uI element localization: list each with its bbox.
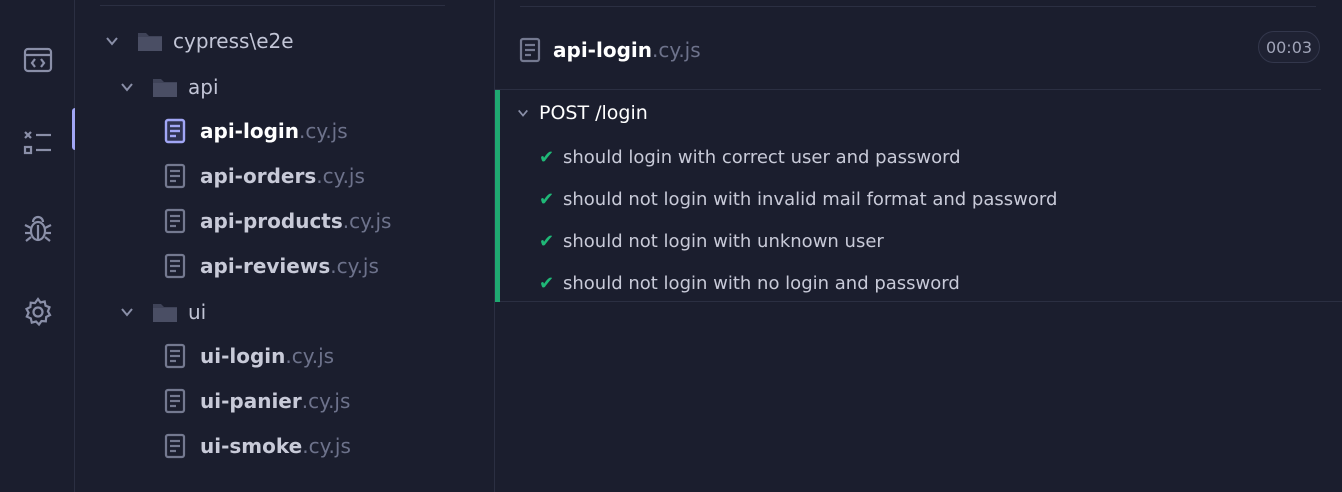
list-icon	[23, 131, 51, 155]
code-window-icon	[23, 47, 52, 73]
runner-panel: api-login .cy.js 00:03 POST /login ✔ shou…	[495, 0, 1342, 492]
spec-file-name: api-products	[200, 209, 343, 233]
spec-header: api-login .cy.js	[519, 30, 701, 70]
spec-file-ext: .cy.js	[330, 254, 379, 278]
test-row[interactable]: ✔ should not login with invalid mail for…	[539, 185, 1057, 213]
spec-file-name: api-reviews	[200, 254, 331, 278]
test-row[interactable]: ✔ should not login with no login and pas…	[539, 269, 960, 297]
spec-title-ext: .cy.js	[651, 38, 701, 62]
folder-row-api[interactable]: api	[75, 67, 495, 107]
check-icon: ✔	[539, 188, 555, 210]
spec-file-name: ui-smoke	[200, 434, 303, 458]
chevron-down-icon	[518, 109, 528, 117]
chevron-down-icon	[106, 37, 118, 46]
check-icon: ✔	[539, 146, 555, 168]
spec-file-name: api-orders	[200, 164, 317, 188]
folder-label: ui	[188, 300, 207, 324]
spec-file-ui-panier[interactable]: ui-panier .cy.js	[75, 381, 495, 421]
folder-icon	[138, 33, 162, 51]
document-icon	[164, 253, 186, 279]
spec-list: cypress\e2e api api-login .cy.js api-orde…	[75, 0, 495, 492]
test-title: should not login with invalid mail forma…	[563, 188, 1058, 210]
folder-label: cypress\e2e	[173, 29, 294, 53]
test-row[interactable]: ✔ should not login with unknown user	[539, 227, 884, 255]
folder-row-root[interactable]: cypress\e2e	[75, 21, 495, 61]
spec-file-ext: .cy.js	[285, 344, 335, 368]
spec-file-ext: .cy.js	[302, 434, 351, 458]
document-icon	[519, 37, 541, 63]
spec-file-api-login[interactable]: api-login .cy.js	[75, 111, 495, 151]
cypress-app: cypress\e2e api api-login .cy.js api-orde…	[0, 0, 1342, 492]
gear-icon	[24, 297, 52, 327]
spec-title: api-login	[553, 38, 652, 62]
document-icon	[164, 208, 186, 234]
spec-file-name: ui-panier	[200, 389, 302, 413]
nav-settings[interactable]	[0, 287, 75, 337]
spec-file-api-products[interactable]: api-products .cy.js	[75, 201, 495, 241]
test-row[interactable]: ✔ should login with correct user and pas…	[539, 143, 961, 171]
suite-title: POST /login	[539, 102, 648, 124]
check-icon: ✔	[539, 230, 555, 252]
duration-badge: 00:03	[1258, 31, 1320, 63]
document-icon	[164, 118, 186, 144]
divider	[520, 6, 1316, 7]
spec-file-name: api-login	[200, 119, 299, 143]
divider	[100, 5, 445, 6]
side-nav	[0, 0, 78, 492]
folder-icon	[153, 304, 177, 322]
spec-file-ui-login[interactable]: ui-login .cy.js	[75, 336, 495, 376]
folder-row-ui[interactable]: ui	[75, 292, 495, 332]
nav-debug[interactable]	[0, 204, 75, 254]
folder-icon	[153, 79, 177, 97]
spec-file-ext: .cy.js	[298, 119, 348, 143]
spec-file-ext: .cy.js	[301, 389, 351, 413]
spec-file-name: ui-login	[200, 344, 286, 368]
spec-file-ext: .cy.js	[316, 164, 365, 188]
nav-specs[interactable]	[0, 35, 75, 85]
chevron-down-icon	[121, 83, 133, 92]
document-icon	[164, 163, 186, 189]
document-icon	[164, 388, 186, 414]
chevron-down-icon	[121, 308, 133, 317]
nav-runs[interactable]	[0, 118, 75, 168]
bug-icon	[24, 215, 51, 242]
test-title: should login with correct user and passw…	[563, 146, 961, 168]
test-title: should not login with unknown user	[563, 230, 884, 252]
check-icon: ✔	[539, 272, 555, 294]
spec-file-ext: .cy.js	[342, 209, 392, 233]
document-icon	[164, 343, 186, 369]
spec-file-api-reviews[interactable]: api-reviews .cy.js	[75, 246, 495, 286]
test-title: should not login with no login and passw…	[563, 272, 960, 294]
folder-label: api	[188, 75, 219, 99]
suite-header[interactable]: POST /login	[517, 100, 648, 126]
spec-file-ui-smoke[interactable]: ui-smoke .cy.js	[75, 426, 495, 466]
document-icon	[164, 433, 186, 459]
spec-file-api-orders[interactable]: api-orders .cy.js	[75, 156, 495, 196]
test-suite: POST /login ✔ should login with correct …	[495, 90, 1342, 302]
suite-status-bar	[495, 90, 500, 302]
